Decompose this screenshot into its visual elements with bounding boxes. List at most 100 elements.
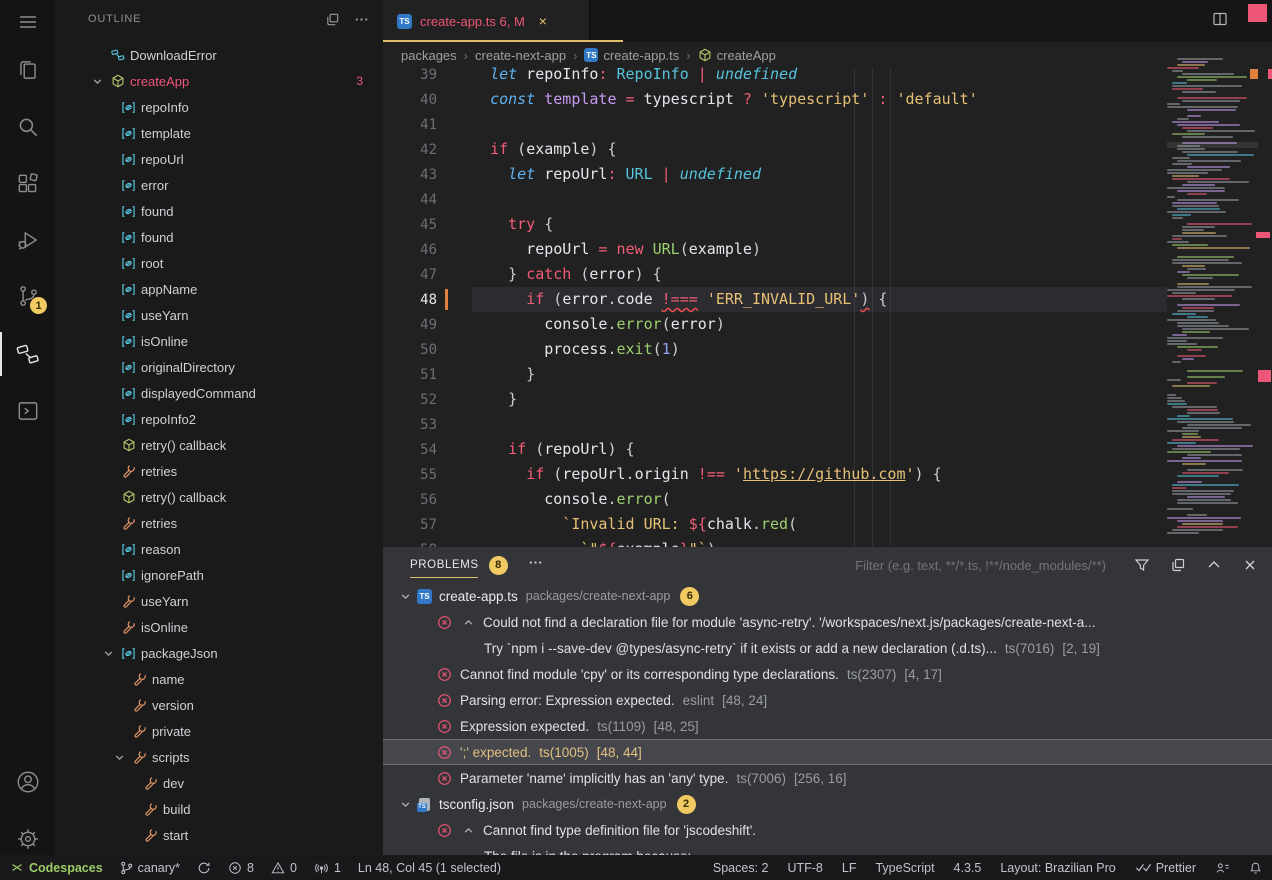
status-feedback[interactable] bbox=[1215, 861, 1230, 875]
problem-row[interactable]: Parameter 'name' implicitly has an 'any'… bbox=[383, 765, 1272, 791]
breadcrumb-create-next-app[interactable]: create-next-app bbox=[475, 48, 566, 63]
status-eol[interactable]: LF bbox=[842, 861, 857, 875]
outline-item-retries[interactable]: retries bbox=[55, 458, 383, 484]
line-number[interactable]: 43 bbox=[383, 167, 437, 183]
code-line-48[interactable]: 48 if (error.code !=== 'ERR_INVALID_URL'… bbox=[383, 287, 1272, 312]
line-number[interactable]: 55 bbox=[383, 467, 437, 483]
status-prettier[interactable]: Prettier bbox=[1135, 861, 1196, 875]
line-number[interactable]: 39 bbox=[383, 67, 437, 83]
outline-item-packagejson[interactable]: packageJson bbox=[55, 640, 383, 666]
split-editor-icon[interactable] bbox=[1212, 11, 1228, 32]
outline-item-repourl[interactable]: repoUrl bbox=[55, 146, 383, 172]
activity-hierarchy-icon[interactable] bbox=[0, 330, 55, 378]
code-line-45[interactable]: 45 try { bbox=[383, 212, 1272, 237]
problem-row[interactable]: Could not find a declaration file for mo… bbox=[383, 609, 1272, 635]
activity-account-icon[interactable] bbox=[0, 758, 55, 806]
chevron-up-icon[interactable] bbox=[461, 825, 475, 836]
problem-row[interactable]: Cannot find module 'cpy' or its correspo… bbox=[383, 661, 1272, 687]
line-number[interactable]: 49 bbox=[383, 317, 437, 333]
status-ports[interactable]: 1 bbox=[314, 861, 341, 875]
outline-item-start[interactable]: start bbox=[55, 822, 383, 848]
activity-panel-terminal-icon[interactable] bbox=[0, 387, 55, 435]
line-number[interactable]: 50 bbox=[383, 342, 437, 358]
tab-create-app-ts[interactable]: TS create-app.ts 6, M × bbox=[383, 0, 590, 42]
status-sync[interactable] bbox=[197, 861, 211, 875]
outline-item-repoinfo[interactable]: repoInfo bbox=[55, 94, 383, 120]
status-cursor-position[interactable]: Ln 48, Col 45 (1 selected) bbox=[358, 861, 501, 875]
outline-item-scripts[interactable]: scripts bbox=[55, 744, 383, 770]
outline-item-build[interactable]: build bbox=[55, 796, 383, 822]
activity-menu-icon[interactable] bbox=[0, 0, 55, 46]
line-number[interactable]: 41 bbox=[383, 117, 437, 133]
outline-item-retry-callback[interactable]: retry() callback bbox=[55, 484, 383, 510]
activity-search-icon[interactable] bbox=[0, 103, 55, 151]
code-line-51[interactable]: 51 } bbox=[383, 362, 1272, 387]
line-number[interactable]: 51 bbox=[383, 367, 437, 383]
problem-row[interactable]: Try `npm i --save-dev @types/async-retry… bbox=[383, 635, 1272, 661]
outline-item-error[interactable]: error bbox=[55, 172, 383, 198]
close-panel-icon[interactable] bbox=[1242, 557, 1258, 573]
line-number[interactable]: 42 bbox=[383, 142, 437, 158]
tab-problems[interactable]: PROBLEMS bbox=[410, 547, 479, 583]
outline-item-name[interactable]: name bbox=[55, 666, 383, 692]
status-ts-version[interactable]: 4.3.5 bbox=[954, 861, 982, 875]
breadcrumb-createapp[interactable]: createApp bbox=[698, 48, 776, 63]
code-line-55[interactable]: 55 if (repoUrl.origin !== 'https://githu… bbox=[383, 462, 1272, 487]
problem-row[interactable]: Parsing error: Expression expected.eslin… bbox=[383, 687, 1272, 713]
outline-item-retries[interactable]: retries bbox=[55, 510, 383, 536]
activity-extensions-icon[interactable] bbox=[0, 160, 55, 208]
chevron-up-icon[interactable] bbox=[461, 617, 475, 628]
status-notifications[interactable] bbox=[1249, 861, 1262, 875]
minimap[interactable] bbox=[1167, 58, 1258, 547]
line-number[interactable]: 45 bbox=[383, 217, 437, 233]
filter-icon[interactable] bbox=[1134, 557, 1150, 573]
code-line-58[interactable]: 58 `"${example}"`) bbox=[383, 537, 1272, 547]
problems-filter-input[interactable] bbox=[808, 557, 1108, 574]
code-line-39[interactable]: 39 let repoInfo: RepoInfo | undefined bbox=[383, 62, 1272, 87]
code-line-57[interactable]: 57 `Invalid URL: ${chalk.red( bbox=[383, 512, 1272, 537]
code-line-40[interactable]: 40 const template = typescript ? 'typesc… bbox=[383, 87, 1272, 112]
status-language[interactable]: TypeScript bbox=[875, 861, 934, 875]
line-number[interactable]: 52 bbox=[383, 392, 437, 408]
status-codespaces[interactable]: Codespaces bbox=[10, 861, 103, 875]
outline-item-isonline[interactable]: isOnline bbox=[55, 614, 383, 640]
outline-item-retry-callback[interactable]: retry() callback bbox=[55, 432, 383, 458]
status-indentation[interactable]: Spaces: 2 bbox=[713, 861, 769, 875]
outline-item-isonline[interactable]: isOnline bbox=[55, 328, 383, 354]
line-number[interactable]: 46 bbox=[383, 242, 437, 258]
status-branch[interactable]: canary* bbox=[120, 861, 180, 875]
code-line-47[interactable]: 47 } catch (error) { bbox=[383, 262, 1272, 287]
collapse-panel-icon[interactable] bbox=[1206, 557, 1222, 573]
line-number[interactable]: 40 bbox=[383, 92, 437, 108]
outline-item-version[interactable]: version bbox=[55, 692, 383, 718]
status-errors[interactable]: 8 bbox=[228, 861, 254, 875]
problems-group-tsconfig-json[interactable]: TStsconfig.jsonpackages/create-next-app2 bbox=[383, 791, 1272, 817]
code-line-43[interactable]: 43 let repoUrl: URL | undefined bbox=[383, 162, 1272, 187]
outline-item-root[interactable]: root bbox=[55, 250, 383, 276]
breadcrumb-create-app-ts[interactable]: TScreate-app.ts bbox=[584, 48, 679, 63]
problems-group-create-app-ts[interactable]: TScreate-app.tspackages/create-next-app6 bbox=[383, 583, 1272, 609]
line-number[interactable]: 57 bbox=[383, 517, 437, 533]
outline-item-originaldirectory[interactable]: originalDirectory bbox=[55, 354, 383, 380]
outline-item-found[interactable]: found bbox=[55, 224, 383, 250]
code-line-44[interactable]: 44 bbox=[383, 187, 1272, 212]
tab-close-icon[interactable]: × bbox=[539, 13, 547, 29]
outline-item-downloaderror[interactable]: DownloadError bbox=[55, 42, 383, 68]
line-number[interactable]: 48 bbox=[383, 292, 437, 308]
code-line-52[interactable]: 52 } bbox=[383, 387, 1272, 412]
code-line-46[interactable]: 46 repoUrl = new URL(example) bbox=[383, 237, 1272, 262]
status-layout[interactable]: Layout: Brazilian Pro bbox=[1000, 861, 1115, 875]
code-line-41[interactable]: 41 bbox=[383, 112, 1272, 137]
outline-item-repoinfo2[interactable]: repoInfo2 bbox=[55, 406, 383, 432]
outline-item-useyarn[interactable]: useYarn bbox=[55, 302, 383, 328]
outline-item-template[interactable]: template bbox=[55, 120, 383, 146]
outline-item-createapp[interactable]: createApp3 bbox=[55, 68, 383, 94]
line-number[interactable]: 47 bbox=[383, 267, 437, 283]
status-warnings[interactable]: 0 bbox=[271, 861, 297, 875]
problem-row[interactable]: The file is in the program because: bbox=[383, 843, 1272, 855]
code-line-56[interactable]: 56 console.error( bbox=[383, 487, 1272, 512]
problem-row[interactable]: Expression expected.ts(1109)[48, 25] bbox=[383, 713, 1272, 739]
breadcrumb-packages[interactable]: packages bbox=[401, 48, 457, 63]
activity-source-control-icon[interactable]: 1 bbox=[0, 272, 55, 320]
activity-run-debug-icon[interactable] bbox=[0, 216, 55, 264]
